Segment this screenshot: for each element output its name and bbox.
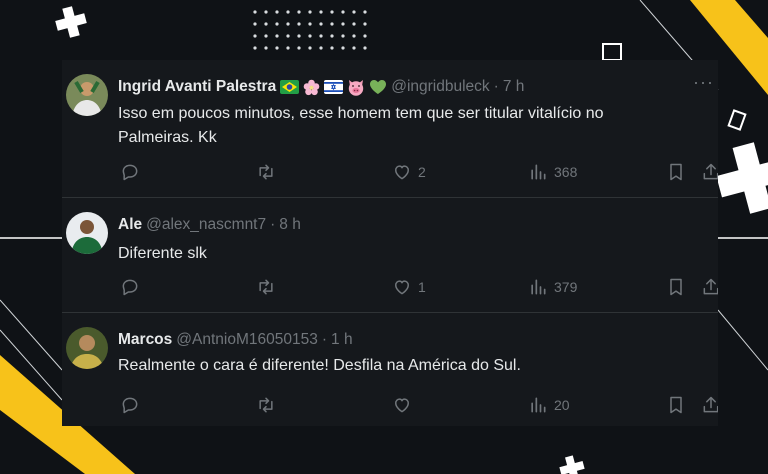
avatar[interactable] [66, 212, 108, 254]
action-bar: 20 [118, 393, 718, 417]
retweet-icon [256, 162, 276, 182]
tweet-text: Realmente o cara é diferente! Desfila na… [118, 357, 521, 374]
reply-thread-card: Ingrid Avanti Palestra @ingridbuleck · 7… [62, 60, 718, 426]
display-name[interactable]: Ingrid Avanti Palestra [118, 78, 276, 96]
share-icon [701, 395, 718, 415]
reply-icon [120, 277, 140, 297]
view-count: 379 [554, 279, 578, 295]
view-count: 368 [554, 164, 578, 180]
views-button[interactable]: 368 [528, 160, 577, 184]
plus-decoration-right [716, 142, 768, 214]
tweet-text: Diferente slk [118, 245, 207, 262]
view-count: 20 [554, 397, 570, 413]
analytics-icon [528, 162, 548, 182]
share-button[interactable] [701, 160, 718, 184]
brazil-flag-icon [280, 80, 300, 94]
retweet-icon [256, 395, 276, 415]
plus-decoration-left [55, 6, 87, 38]
views-button[interactable]: 379 [528, 275, 577, 299]
username-handle[interactable]: @AntnioM16050153 [176, 331, 318, 349]
share-icon [701, 277, 718, 297]
retweet-button[interactable] [256, 393, 276, 417]
separator-dot: · [321, 331, 328, 348]
retweet-icon [256, 277, 276, 297]
bookmark-button[interactable] [666, 275, 686, 299]
heart-icon [392, 277, 412, 297]
plus-decoration-bottom [559, 455, 585, 474]
avatar[interactable] [66, 327, 108, 369]
tweet-text: Isso em poucos minutos, esse homem tem q… [118, 105, 604, 146]
timestamp[interactable]: 8 h [279, 216, 301, 234]
retweet-button[interactable] [256, 275, 276, 299]
username-handle[interactable]: @ingridbuleck [391, 78, 489, 96]
share-button[interactable] [701, 275, 718, 299]
reply-button[interactable] [120, 275, 140, 299]
bookmark-button[interactable] [666, 160, 686, 184]
green-heart-icon [369, 79, 387, 95]
timestamp[interactable]: 7 h [503, 78, 525, 96]
bookmark-icon [666, 277, 686, 297]
reply-button[interactable] [120, 160, 140, 184]
analytics-icon [528, 395, 548, 415]
share-icon [701, 162, 718, 182]
israel-flag-icon [324, 80, 344, 94]
like-button[interactable]: 2 [392, 160, 426, 184]
reply-icon [120, 162, 140, 182]
heart-icon [392, 162, 412, 182]
display-name[interactable]: Marcos [118, 331, 172, 349]
analytics-icon [528, 277, 548, 297]
pig-face-icon [347, 79, 365, 96]
action-bar: 1 379 [118, 275, 718, 299]
more-options-icon[interactable]: ··· [693, 72, 714, 93]
display-name[interactable]: Ale⁣ [118, 216, 142, 234]
dot-grid [253, 10, 367, 50]
share-button[interactable] [701, 393, 718, 417]
avatar[interactable] [66, 74, 108, 116]
username-handle[interactable]: @alex_nascmnt7 [146, 216, 266, 234]
like-count: 1 [418, 279, 426, 295]
heart-icon [392, 395, 412, 415]
tweet-reply[interactable]: Marcos @AntnioM16050153 · 1 h Realmente … [62, 313, 718, 426]
bookmark-icon [666, 162, 686, 182]
bookmark-icon [666, 395, 686, 415]
views-button[interactable]: 20 [528, 393, 570, 417]
like-count: 2 [418, 164, 426, 180]
reply-icon [120, 395, 140, 415]
separator-dot: · [493, 78, 499, 95]
reply-button[interactable] [120, 393, 140, 417]
separator-dot: · [270, 216, 276, 233]
retweet-button[interactable] [256, 160, 276, 184]
tweet-reply[interactable]: Ale⁣ @alex_nascmnt7 · 8 h Diferente slk … [62, 198, 718, 313]
tweet-reply[interactable]: Ingrid Avanti Palestra @ingridbuleck · 7… [62, 60, 718, 198]
timestamp[interactable]: 1 h [331, 331, 353, 349]
like-button[interactable] [392, 393, 418, 417]
cherry-blossom-icon [303, 79, 320, 96]
like-button[interactable]: 1 [392, 275, 426, 299]
bookmark-button[interactable] [666, 393, 686, 417]
action-bar: 2 368 [118, 160, 718, 184]
